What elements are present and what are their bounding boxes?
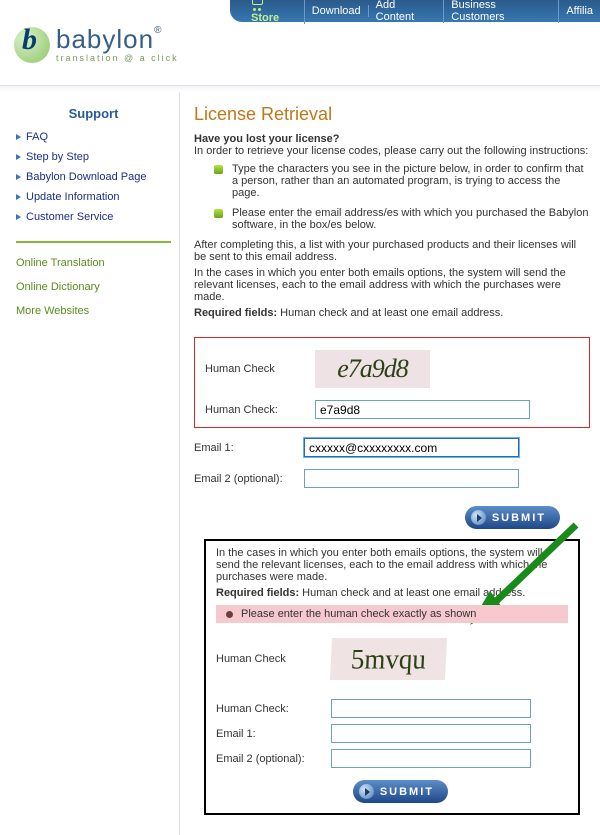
logo-tagline: translation @ a click: [56, 54, 179, 63]
nav-business[interactable]: Business Customers: [444, 0, 559, 23]
human-check-input-label: Human Check:: [205, 404, 315, 416]
top-nav: Store Download Add Content Business Cust…: [230, 0, 600, 22]
nav-download[interactable]: Download: [305, 5, 369, 17]
error-message: Please enter the human check exactly as …: [216, 605, 568, 623]
sidebar-heading: Support: [16, 106, 171, 121]
logo-name: babylon®: [56, 26, 179, 52]
inset-email2-input[interactable]: [331, 749, 531, 768]
page-title: License Retrieval: [194, 104, 590, 125]
inset-email1-input[interactable]: [331, 724, 531, 743]
after-text: After completing this, a list with your …: [194, 239, 590, 263]
human-check-label: Human Check: [205, 363, 315, 375]
nav-add-content[interactable]: Add Content: [369, 0, 445, 23]
logo-icon: [14, 27, 50, 63]
inset-cases: In the cases in which you enter both ema…: [216, 547, 568, 583]
sidebar-item-download[interactable]: Babylon Download Page: [16, 171, 171, 183]
lost-question: Have you lost your license?: [194, 133, 590, 145]
inset-email1-label: Email 1:: [216, 728, 331, 740]
inset-hc-input-label: Human Check:: [216, 703, 331, 715]
submit-button[interactable]: SUBMIT: [465, 506, 560, 529]
arrow-icon: [471, 510, 486, 525]
inset-hc-input[interactable]: [331, 699, 531, 718]
captcha-highlight-box: Human Check e7a9d8 Human Check:: [194, 337, 590, 428]
nav-store[interactable]: Store: [244, 0, 305, 24]
header: babylon® translation @ a click: [0, 22, 600, 86]
sublink-translation[interactable]: Online Translation: [16, 257, 171, 269]
inset-email2-label: Email 2 (optional):: [216, 753, 331, 765]
intro-text: In order to retrieve your license codes,…: [194, 145, 590, 157]
inset-required: Required fields: Human check and at leas…: [216, 587, 568, 599]
arrow-icon: [359, 784, 374, 799]
sublink-dictionary[interactable]: Online Dictionary: [16, 281, 171, 293]
sidebar-divider: [16, 241, 171, 243]
nav-affilia[interactable]: Affilia: [559, 5, 600, 17]
inset-box: In the cases in which you enter both ema…: [204, 539, 580, 815]
inset-hc-label: Human Check: [216, 653, 331, 665]
email1-input[interactable]: [304, 438, 519, 457]
email2-input[interactable]: [304, 469, 519, 488]
email2-label: Email 2 (optional):: [194, 473, 304, 485]
sidebar-item-service[interactable]: Customer Service: [16, 211, 171, 223]
cases-text: In the cases in which you enter both ema…: [194, 267, 590, 303]
sublink-more[interactable]: More Websites: [16, 305, 171, 317]
bullet-1: Type the characters you see in the pictu…: [214, 163, 590, 199]
sidebar-item-faq[interactable]: FAQ: [16, 131, 171, 143]
captcha-image: e7a9d8: [315, 350, 430, 388]
inset-submit-button[interactable]: SUBMIT: [353, 780, 448, 803]
inset-captcha-image: 5mvqu: [330, 638, 447, 680]
email1-label: Email 1:: [194, 442, 304, 454]
sidebar-item-update[interactable]: Update Information: [16, 191, 171, 203]
logo[interactable]: babylon® translation @ a click: [14, 26, 179, 63]
required-text: Required fields: Human check and at leas…: [194, 307, 590, 319]
cart-icon: [251, 0, 265, 9]
sidebar-item-step[interactable]: Step by Step: [16, 151, 171, 163]
bullet-2: Please enter the email address/es with w…: [214, 207, 590, 231]
human-check-input[interactable]: [315, 400, 530, 419]
main: License Retrieval Have you lost your lic…: [180, 92, 600, 835]
sidebar: Support FAQ Step by Step Babylon Downloa…: [0, 92, 180, 835]
